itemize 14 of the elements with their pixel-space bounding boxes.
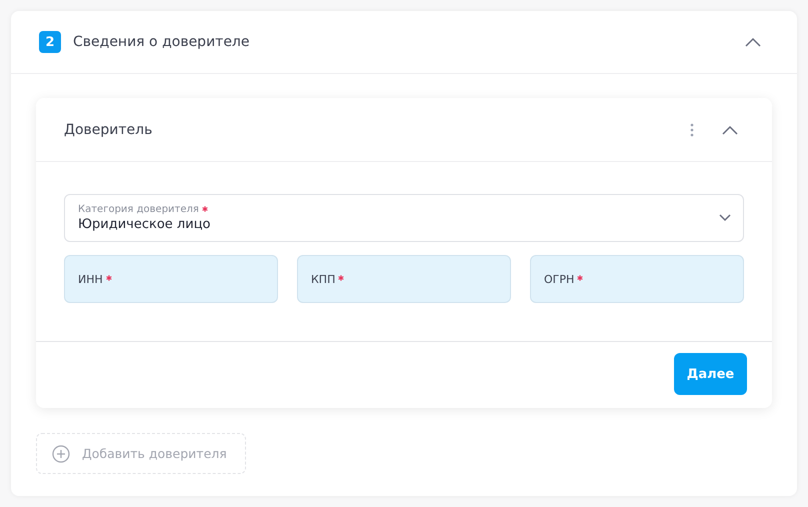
collapse-chevron-icon[interactable] <box>722 124 738 134</box>
card-title: Доверитель <box>64 122 154 138</box>
collapse-chevron-icon[interactable] <box>745 37 761 47</box>
dropdown-chevron-icon <box>719 214 731 222</box>
more-options-icon[interactable] <box>690 122 694 136</box>
section-title: Сведения о доверителе <box>73 34 250 50</box>
category-select[interactable]: Категория доверителя Юридическое лицо <box>64 194 744 242</box>
input-field[interactable]: ОГРН <box>530 255 744 303</box>
field-label: Категория доверителя <box>78 204 719 215</box>
plus-circle-icon <box>52 444 70 462</box>
step-badge: 2 <box>39 31 61 53</box>
select-value: Юридическое лицо <box>78 217 212 232</box>
input-field[interactable]: КПП <box>297 255 511 303</box>
input-field[interactable]: ИНН <box>64 255 278 303</box>
